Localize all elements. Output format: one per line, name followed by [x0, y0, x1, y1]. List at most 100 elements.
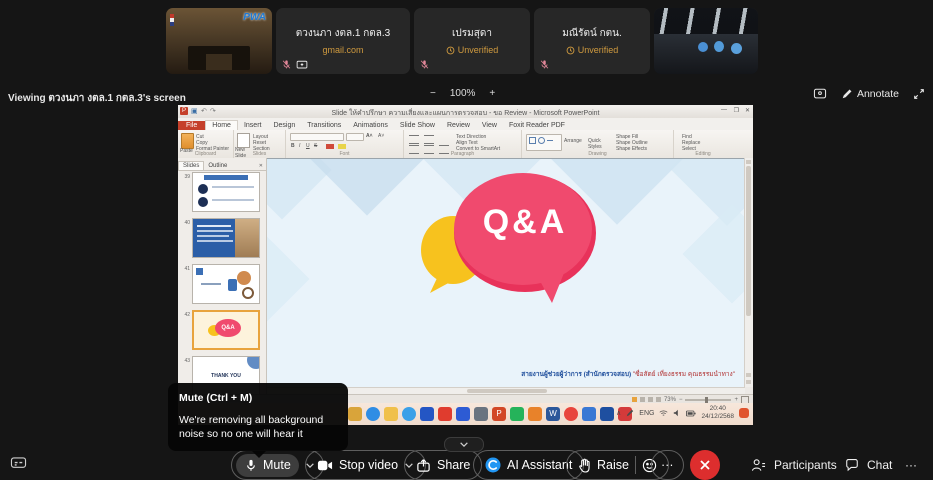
panel-tab-slides[interactable]: Slides: [178, 161, 204, 170]
underline-button[interactable]: U: [306, 143, 310, 149]
taskbar-app-icon[interactable]: [528, 407, 542, 421]
zoom-in-button[interactable]: +: [489, 88, 495, 99]
participants-button[interactable]: Participants: [751, 458, 837, 472]
thumb-qa-bubble: Q&A: [215, 319, 241, 337]
grow-font-icon[interactable]: A˄: [366, 133, 373, 139]
tab-insert[interactable]: Insert: [238, 121, 268, 130]
raised-hand-icon: [578, 458, 591, 473]
panel-tab-outline[interactable]: Outline: [204, 162, 231, 170]
taskbar-edge-icon[interactable]: [366, 407, 380, 421]
slideshow-view-icon[interactable]: [656, 397, 661, 402]
taskbar-app-icon[interactable]: [348, 407, 362, 421]
view-options-icon[interactable]: [813, 88, 827, 100]
mic-icon: [244, 458, 258, 473]
taskbar-app-icon[interactable]: [420, 407, 434, 421]
unverified-clock-icon: [446, 46, 455, 55]
more-dots: ···: [905, 458, 917, 472]
tray-battery-icon[interactable]: [686, 410, 696, 417]
viewing-bar: Viewing ตวงนภา งตล.1 กตล.3's screen − 10…: [0, 88, 933, 106]
zoom-slider[interactable]: [685, 399, 731, 401]
tab-design[interactable]: Design: [267, 121, 301, 130]
tab-slideshow[interactable]: Slide Show: [394, 121, 441, 130]
tab-review[interactable]: Review: [441, 121, 476, 130]
tray-wifi-icon[interactable]: [659, 409, 668, 417]
shrink-font-icon[interactable]: A˅: [378, 133, 384, 139]
tray-language[interactable]: ENG: [639, 410, 654, 417]
participant-tile-premsuda[interactable]: เปรมสุดา Unverified: [414, 8, 530, 74]
paste-icon[interactable]: [181, 133, 194, 149]
numbering-icon[interactable]: [424, 135, 434, 144]
new-slide-icon[interactable]: [237, 133, 250, 148]
group-label: Font: [286, 151, 403, 157]
collapse-panel-button[interactable]: [444, 437, 484, 452]
zoom-slider-thumb: [705, 397, 708, 403]
tab-animations[interactable]: Animations: [347, 121, 394, 130]
slide-canvas[interactable]: Q&A สายงานผู้ช่วยผู้ว่าการ (สำนักตรวจสอบ…: [267, 158, 745, 388]
normal-view-icon[interactable]: [632, 397, 637, 402]
tab-file[interactable]: File: [178, 121, 205, 130]
vertical-scrollbar[interactable]: [744, 158, 753, 387]
arrange-button[interactable]: Arrange: [564, 138, 588, 144]
bold-button[interactable]: B: [291, 143, 295, 149]
slide-sorter-icon[interactable]: [640, 397, 645, 402]
tray-clock[interactable]: 20:40 24/12/2568: [701, 405, 734, 421]
participant-tile-maneerat[interactable]: มณีรัตน์ กตน. Unverified: [534, 8, 650, 74]
captions-button[interactable]: [10, 456, 27, 471]
taskbar-app-icon[interactable]: [474, 407, 488, 421]
quick-styles-button[interactable]: Quick Styles: [588, 138, 612, 150]
leave-meeting-button[interactable]: [690, 450, 720, 480]
taskbar-word-icon[interactable]: W: [546, 407, 560, 421]
ppt-zoom-in[interactable]: +: [734, 397, 738, 403]
participant-tile-tuangnapa[interactable]: ตวงนภา งตล.1 กตล.3 gmail.com: [276, 8, 410, 74]
slide-thumbnail-41[interactable]: [192, 264, 260, 304]
taskbar-explorer-icon[interactable]: [384, 407, 398, 421]
font-color-icon[interactable]: [326, 144, 334, 149]
taskbar-app-icon[interactable]: [582, 407, 596, 421]
restore-button[interactable]: ❐: [734, 107, 739, 114]
slide-thumbnail-40[interactable]: [192, 218, 260, 258]
taskbar-powerpoint-icon[interactable]: P: [492, 407, 506, 421]
tray-volume-icon[interactable]: [673, 409, 681, 417]
tray-pen-icon[interactable]: [626, 409, 634, 417]
group-label: Slides: [234, 151, 285, 157]
participant-video-room2[interactable]: [654, 8, 758, 74]
share-button[interactable]: Share: [404, 450, 482, 480]
taskbar-chrome-icon[interactable]: [564, 407, 578, 421]
scrollbar-thumb: [467, 389, 547, 393]
taskbar-app-icon[interactable]: [456, 407, 470, 421]
minimize-button[interactable]: —: [721, 107, 727, 113]
close-button[interactable]: ✕: [745, 107, 750, 114]
tab-foxit[interactable]: Foxit Reader PDF: [503, 121, 571, 130]
tab-transitions[interactable]: Transitions: [301, 121, 347, 130]
taskbar-app-icon[interactable]: [438, 407, 452, 421]
more-button[interactable]: ···: [651, 450, 684, 480]
taskbar-line-icon[interactable]: [510, 407, 524, 421]
ppt-zoom-out[interactable]: −: [679, 397, 683, 403]
slide-thumbnail-39[interactable]: [192, 172, 260, 212]
more-right-button[interactable]: ···: [905, 458, 917, 472]
fullscreen-icon[interactable]: [913, 88, 925, 100]
zoom-level[interactable]: 100%: [450, 88, 476, 99]
tray-expand-icon[interactable]: ∧: [616, 409, 621, 417]
tab-view[interactable]: View: [476, 121, 503, 130]
chat-button[interactable]: Chat: [845, 458, 892, 472]
panel-close-icon[interactable]: ✕: [256, 162, 266, 170]
bullets-icon[interactable]: [409, 135, 419, 144]
participant-video-room1[interactable]: PWA: [166, 8, 272, 74]
reading-view-icon[interactable]: [648, 397, 653, 402]
annotate-button[interactable]: Annotate: [841, 88, 899, 100]
tray-notification-icon[interactable]: [739, 408, 749, 418]
mute-label: Mute: [263, 458, 291, 472]
line-shape-icon: [547, 140, 553, 141]
slide-thumbnail-42-selected[interactable]: Q&A: [192, 310, 260, 350]
font-name-box[interactable]: [290, 133, 344, 141]
taskbar-app-icon[interactable]: [600, 407, 614, 421]
italic-button[interactable]: I: [299, 143, 300, 149]
ribbon-group-font: A˄ A˅ B I U S Font: [286, 130, 404, 158]
font-size-box[interactable]: [346, 133, 364, 141]
taskbar-app-icon[interactable]: [402, 407, 416, 421]
strikethrough-button[interactable]: S: [314, 143, 317, 149]
highlight-color-icon[interactable]: [338, 144, 346, 149]
tab-home[interactable]: Home: [205, 120, 238, 130]
zoom-out-button[interactable]: −: [430, 88, 436, 99]
